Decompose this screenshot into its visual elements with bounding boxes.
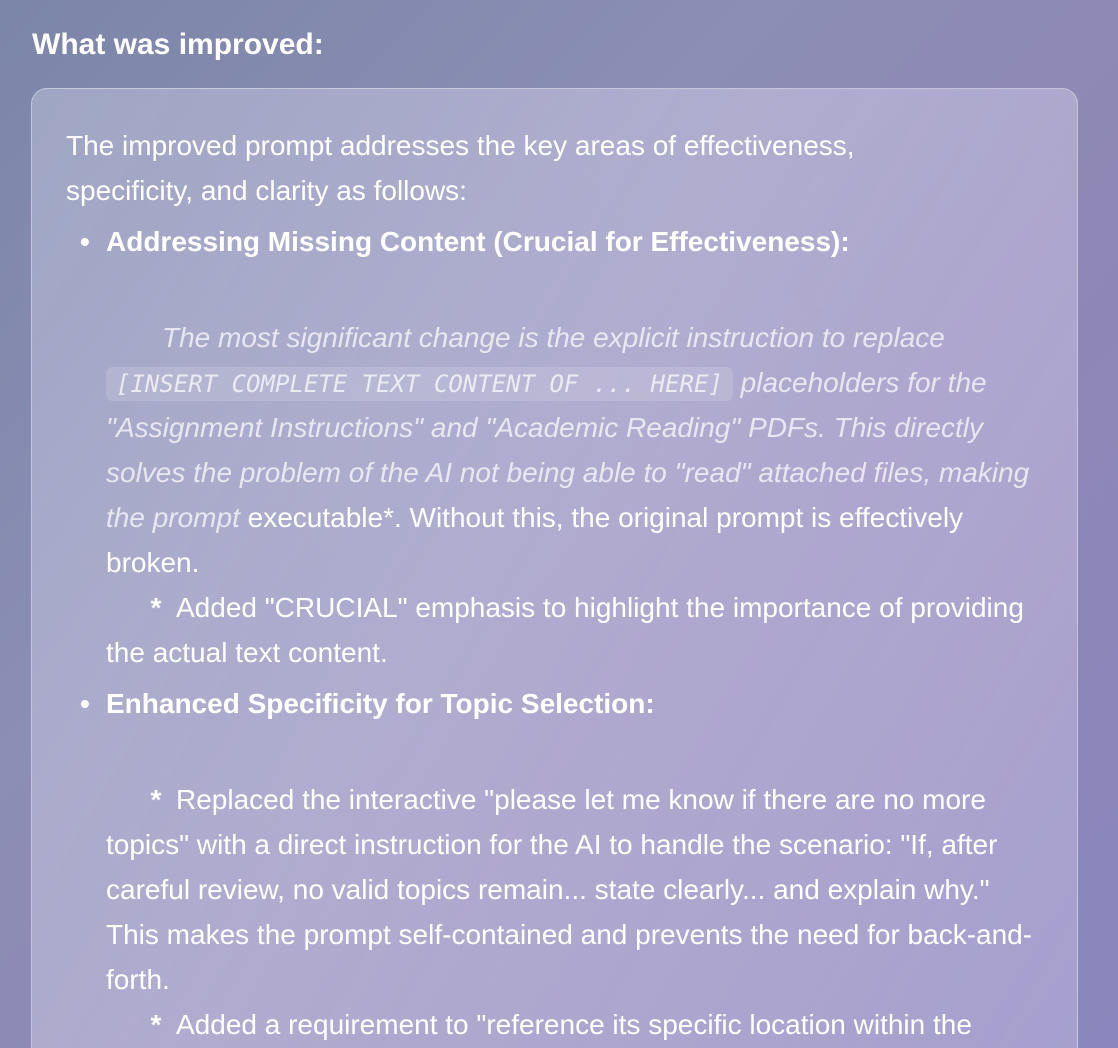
list-item-topic-selection: • Enhanced Specificity for Topic Selecti… bbox=[66, 681, 1043, 1047]
list-item-missing-content: • Addressing Missing Content (Crucial fo… bbox=[66, 219, 1043, 675]
sub-point-text: Added "CRUCIAL" emphasis to highlight th… bbox=[106, 592, 1024, 668]
asterisk-icon: * bbox=[150, 592, 162, 623]
bullet-dot-icon: • bbox=[80, 688, 90, 719]
inline-code: [INSERT COMPLETE TEXT CONTENT OF ... HER… bbox=[106, 367, 733, 401]
improvements-card: The improved prompt addresses the key ar… bbox=[31, 88, 1078, 1048]
bullet-title: Addressing Missing Content (Crucial for … bbox=[106, 226, 850, 257]
asterisk-icon: * bbox=[150, 1009, 162, 1040]
section-heading: What was improved: bbox=[32, 28, 324, 61]
improvements-list: • Addressing Missing Content (Crucial fo… bbox=[66, 219, 1043, 1047]
bullet-title: Enhanced Specificity for Topic Selection… bbox=[106, 688, 655, 719]
asterisk-icon: * bbox=[150, 784, 162, 815]
intro-text: The improved prompt addresses the key ar… bbox=[66, 130, 855, 206]
bullet-paragraph: The most significant change is the expli… bbox=[106, 315, 1043, 585]
sub-point-text: Added a requirement to "reference its sp… bbox=[176, 1009, 972, 1040]
sub-point-text: Replaced the interactive "please let me … bbox=[106, 784, 1033, 995]
bullet-dot-icon: • bbox=[80, 226, 90, 257]
italic-text: The most significant change is the expli… bbox=[162, 322, 945, 353]
sub-point: * Added a requirement to "reference its s… bbox=[106, 1002, 1043, 1047]
sub-point: * Replaced the interactive "please let me… bbox=[106, 777, 1043, 1002]
sub-point: * Added "CRUCIAL" emphasis to highlight t… bbox=[106, 585, 1043, 675]
